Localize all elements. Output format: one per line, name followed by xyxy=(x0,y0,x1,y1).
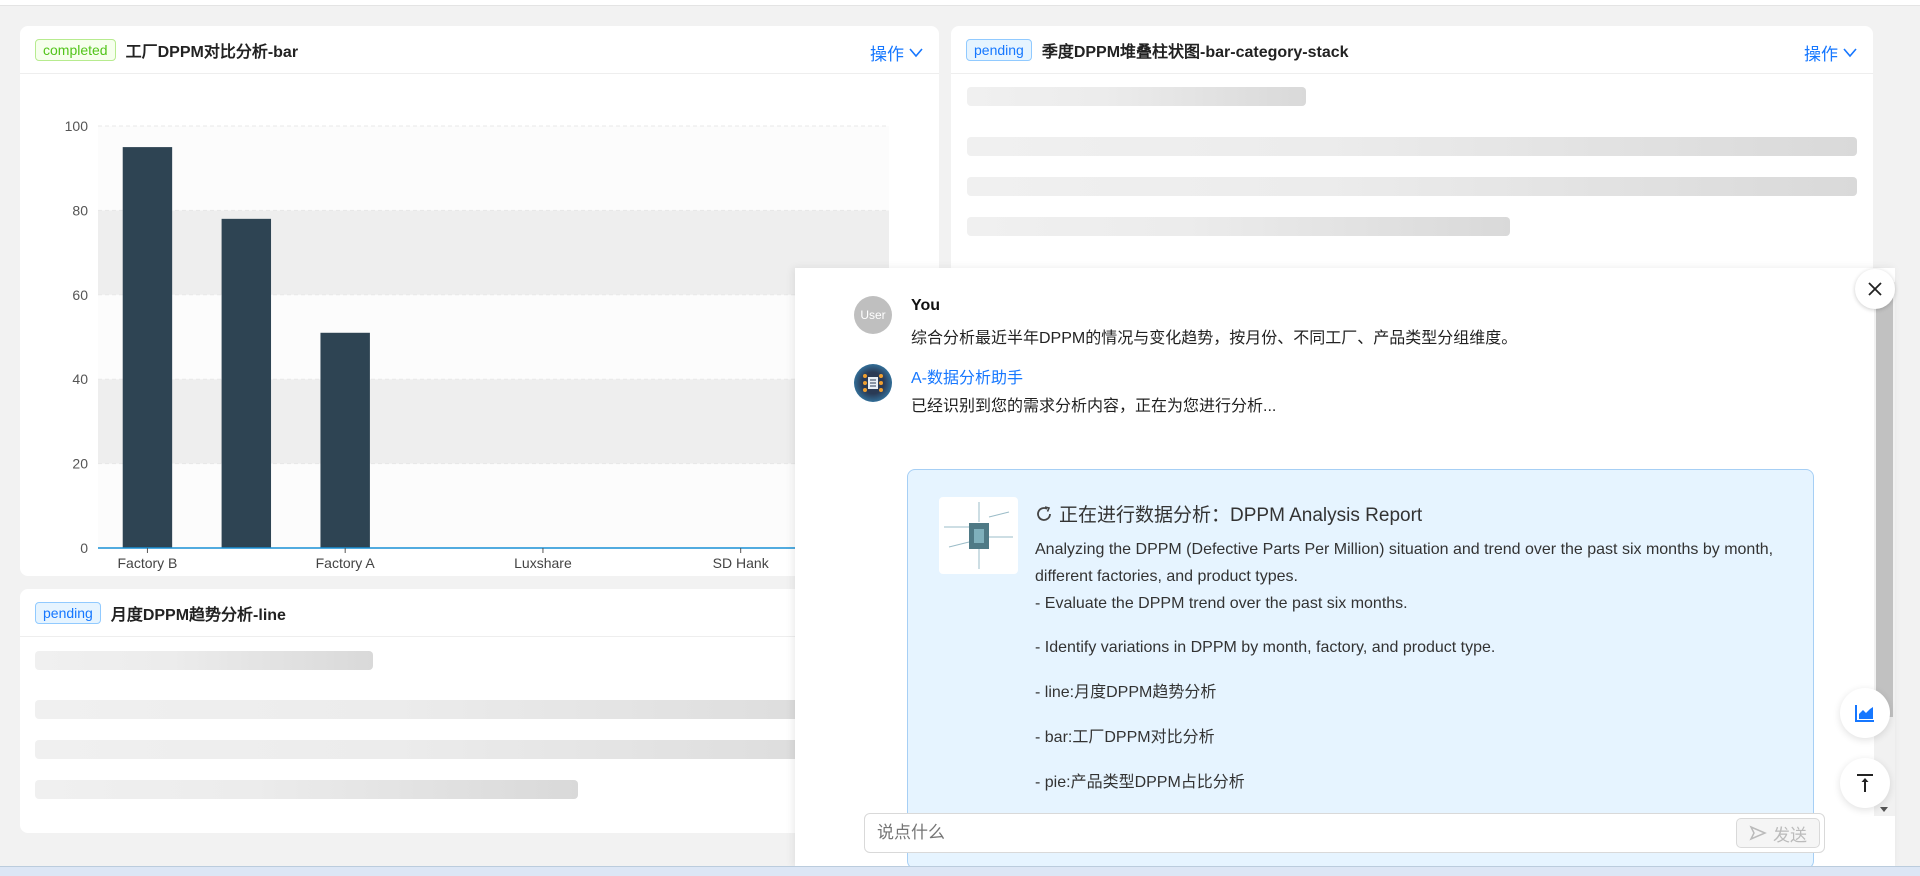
y-tick-label: 100 xyxy=(65,118,89,134)
y-tick-label: 40 xyxy=(72,371,88,387)
grid-band xyxy=(98,126,889,211)
operations-label: 操作 xyxy=(1804,45,1838,64)
x-tick-label: Luxshare xyxy=(514,555,572,571)
skeleton-line xyxy=(967,177,1857,196)
status-badge: completed xyxy=(35,38,116,61)
report-line: - line:月度DPPM趋势分析 xyxy=(1035,684,1217,701)
y-tick-label: 60 xyxy=(72,287,88,303)
user-avatar-label: User xyxy=(860,308,886,322)
robot-grid-icon xyxy=(863,374,883,392)
report-title-row: 正在进行数据分析：DPPM Analysis Report xyxy=(1035,500,1422,527)
bot-avatar xyxy=(854,364,892,402)
grid-band xyxy=(98,210,889,295)
user-message: 综合分析最近半年DPPM的情况与变化趋势，按月份、不同工厂、产品类型分组维度。 xyxy=(911,330,1518,347)
y-tick-label: 0 xyxy=(80,540,88,556)
status-badge: pending xyxy=(966,38,1032,61)
analysis-report-card: 正在进行数据分析：DPPM Analysis Report Analyzing … xyxy=(907,469,1814,869)
operations-dropdown[interactable]: 操作 xyxy=(870,40,924,65)
report-line: - pie:产品类型DPPM占比分析 xyxy=(1035,774,1245,791)
bot-message: 已经识别到您的需求分析内容，正在为您进行分析... xyxy=(911,398,1277,415)
grid-band xyxy=(98,294,889,380)
skeleton-line xyxy=(967,137,1857,156)
skeleton-line xyxy=(35,700,925,719)
area-chart-icon xyxy=(1855,705,1874,722)
skeleton-line xyxy=(35,740,925,759)
scrollbar-thumb[interactable] xyxy=(1876,282,1893,717)
skeleton-line xyxy=(967,217,1510,236)
chat-panel: User You 综合分析最近半年DPPM的情况与变化趋势，按月份、不同工厂、产… xyxy=(795,268,1895,869)
close-button[interactable] xyxy=(1855,269,1895,309)
y-tick-label: 20 xyxy=(72,456,88,472)
card-title: 工厂DPPM对比分析-bar xyxy=(125,43,299,61)
chevron-down-icon xyxy=(1843,47,1857,57)
card-header: completed 工厂DPPM对比分析-bar 操作 xyxy=(20,26,939,74)
report-title: 正在进行数据分析：DPPM Analysis Report xyxy=(1059,505,1423,526)
message-input-field[interactable] xyxy=(877,822,1677,844)
user-avatar: User xyxy=(854,296,892,334)
report-line: - Evaluate the DPPM trend over the past … xyxy=(1035,595,1408,612)
report-line: - bar:工厂DPPM对比分析 xyxy=(1035,729,1215,746)
taskbar-strip xyxy=(0,866,1920,876)
skeleton-line xyxy=(35,780,578,799)
skeleton-line xyxy=(35,651,373,670)
status-badge: pending xyxy=(35,601,101,624)
operations-dropdown[interactable]: 操作 xyxy=(1804,40,1858,65)
scroll-down-arrow[interactable] xyxy=(1880,807,1888,812)
grid-band xyxy=(98,463,889,548)
report-line: Analyzing the DPPM (Defective Parts Per … xyxy=(1035,541,1774,585)
top-bar xyxy=(0,0,1920,6)
x-tick-label: Factory A xyxy=(316,555,376,571)
chevron-down-icon xyxy=(909,47,923,57)
skeleton-line xyxy=(967,87,1306,106)
bar xyxy=(122,147,173,548)
x-tick-label: Factory B xyxy=(117,555,177,571)
scroll-to-top-button[interactable] xyxy=(1840,758,1890,808)
send-button[interactable]: 发送 xyxy=(1736,818,1820,848)
circuit-chip-image xyxy=(944,502,1013,569)
y-tick-label: 80 xyxy=(72,202,88,218)
close-icon xyxy=(1868,282,1882,296)
bot-name: A-数据分析助手 xyxy=(911,370,1024,387)
bar xyxy=(221,218,272,548)
x-tick-label: SD Hank xyxy=(713,555,770,571)
report-line: - Identify variations in DPPM by month, … xyxy=(1035,639,1496,656)
loading-sync-icon xyxy=(1037,505,1051,521)
scrollbar-track[interactable] xyxy=(1874,282,1895,816)
vertical-align-top-icon xyxy=(1857,774,1873,792)
chart-card-quarterly-stack: pending 季度DPPM堆叠柱状图-bar-category-stack 操… xyxy=(951,26,1873,286)
operations-label: 操作 xyxy=(870,45,904,64)
message-input[interactable]: 发送 xyxy=(864,813,1825,853)
report-body: Analyzing the DPPM (Defective Parts Per … xyxy=(1035,536,1795,796)
chart-view-button[interactable] xyxy=(1840,688,1890,738)
grid-band xyxy=(98,379,889,464)
user-name: You xyxy=(911,297,941,314)
card-title: 月度DPPM趋势分析-line xyxy=(110,606,286,624)
report-thumbnail xyxy=(939,497,1018,574)
send-icon xyxy=(1749,825,1767,841)
send-label: 发送 xyxy=(1773,825,1807,845)
card-header: pending 季度DPPM堆叠柱状图-bar-category-stack 操… xyxy=(951,26,1873,74)
card-title: 季度DPPM堆叠柱状图-bar-category-stack xyxy=(1041,43,1349,61)
bar xyxy=(320,332,370,548)
